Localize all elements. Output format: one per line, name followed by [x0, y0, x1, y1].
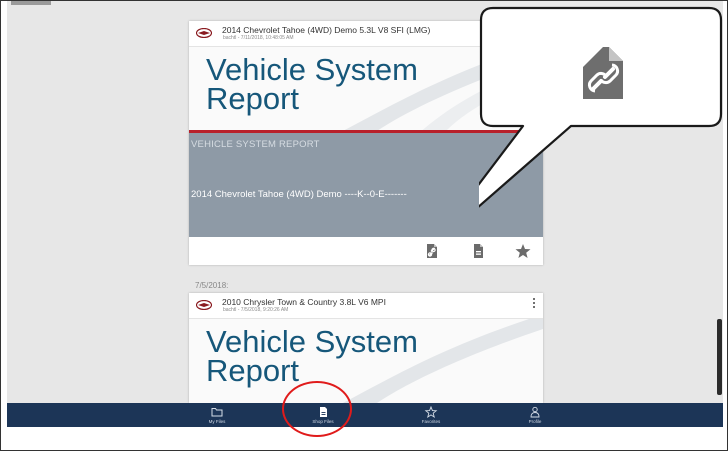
more-options-icon[interactable] [531, 296, 537, 314]
date-group-label: 7/5/2018: [195, 281, 229, 290]
share-link-icon[interactable] [423, 242, 441, 260]
band-label: VEHICLE SYSTEM REPORT [191, 139, 320, 150]
card-title: 2010 Chrysler Town & Country 3.8L V6 MPI [222, 297, 386, 307]
report-title: Vehicle System Report [206, 324, 418, 388]
screenshot-frame: 2014 Chevrolet Tahoe (4WD) Demo 5.3L V8 … [0, 0, 728, 451]
nav-label: My Files [208, 419, 226, 424]
profile-icon [530, 406, 540, 418]
vehicle-logo-icon [196, 28, 212, 38]
nav-label: Favorites [421, 419, 441, 424]
card-subtitle: bachtl - 7/5/2018, 9:20:26 AM [223, 307, 289, 313]
report-title: Vehicle System Report [206, 52, 418, 116]
card-subtitle: bachtl - 7/11/2018, 10:48:05 AM [223, 35, 294, 41]
band-vehicle: 2014 Chevrolet Tahoe (4WD) Demo ----K--0… [191, 189, 407, 200]
report-thumbnail[interactable]: Vehicle System Report [189, 319, 543, 403]
nav-favorites[interactable]: Favorites [391, 403, 471, 427]
vehicle-logo-icon [196, 300, 212, 310]
nav-my-files[interactable]: My Files [177, 403, 257, 427]
nav-profile[interactable]: Profile [495, 403, 575, 427]
star-icon [424, 406, 438, 418]
scrollbar[interactable] [717, 319, 722, 395]
folder-icon [211, 408, 223, 417]
card-title: 2014 Chevrolet Tahoe (4WD) Demo 5.3L V8 … [222, 25, 431, 35]
bottom-navigation: My Files Shop Files Favorites Profile [7, 403, 723, 427]
nav-label: Profile [528, 419, 542, 424]
highlight-circle [282, 381, 352, 437]
share-link-icon [583, 47, 623, 99]
top-bar-remnant [11, 1, 51, 5]
report-card[interactable]: 2010 Chrysler Town & Country 3.8L V6 MPI… [189, 293, 543, 403]
card-header: 2010 Chrysler Town & Country 3.8L V6 MPI… [189, 293, 543, 319]
